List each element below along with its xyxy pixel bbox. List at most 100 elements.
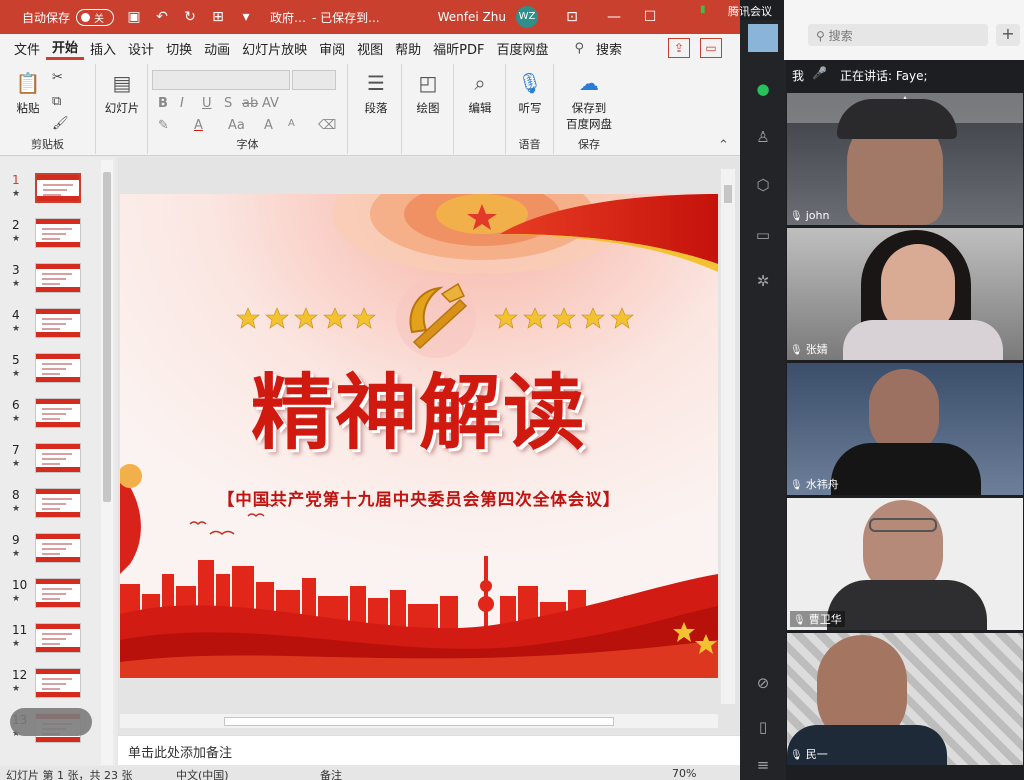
format-painter-icon[interactable]: 🖌 xyxy=(52,116,69,131)
slide-subtitle[interactable]: 【中国共产党第十九届中央委员会第四次全体会议】 xyxy=(120,486,718,510)
paste-button[interactable]: 📋 粘贴 xyxy=(10,70,46,116)
font-color-button[interactable]: A xyxy=(194,118,203,133)
collapse-ribbon-icon[interactable]: ⌃ xyxy=(718,138,729,153)
strikethrough-button[interactable]: ab xyxy=(242,96,258,111)
video-tile-john[interactable]: ▲ 🎙john xyxy=(787,93,1023,225)
tab-baidu[interactable]: 百度网盘 xyxy=(490,39,554,58)
zoom-level[interactable]: 70% xyxy=(672,767,696,780)
save-to-baidu-button[interactable]: ☁ 保存到 百度网盘 xyxy=(558,70,620,132)
tab-review[interactable]: 审阅 xyxy=(313,39,351,58)
video-tile-minyi[interactable]: 🎙 民一 xyxy=(787,633,1023,765)
editing-button[interactable]: ⌕ 编辑 xyxy=(458,70,502,116)
animation-star-icon: ★ xyxy=(12,369,21,379)
share-icon[interactable]: ⇪ xyxy=(668,38,690,58)
save-status: - 已保存到... xyxy=(312,10,380,25)
slide-thumbnail[interactable] xyxy=(35,263,81,293)
redo-icon[interactable]: ↻ xyxy=(176,9,204,25)
scroll-thumb[interactable] xyxy=(224,717,614,726)
slide-main-title[interactable]: 精神解读 xyxy=(120,346,718,465)
tab-home[interactable]: 开始 xyxy=(46,37,85,60)
char-spacing-button[interactable]: AV xyxy=(262,96,279,111)
tab-view[interactable]: 视图 xyxy=(351,39,389,58)
editor-horizontal-scrollbar[interactable] xyxy=(120,714,718,728)
notes-pane[interactable]: 单击此处添加备注 xyxy=(118,735,740,765)
add-button[interactable]: + xyxy=(996,24,1020,46)
tab-slideshow[interactable]: 幻灯片放映 xyxy=(236,39,313,58)
tab-foxit-pdf[interactable]: 福昕PDF xyxy=(427,39,490,58)
search-label[interactable]: 搜索 xyxy=(590,39,628,58)
slide-canvas[interactable]: 精神解读 【中国共产党第十九届中央委员会第四次全体会议】 xyxy=(120,194,718,678)
undo-icon[interactable]: ↶ xyxy=(148,9,176,25)
clear-format-icon[interactable]: ⌫ xyxy=(318,118,336,133)
video-tile-shuiyizhou[interactable]: 🎙 水祎舟 xyxy=(787,363,1023,495)
save-to-label: 保存到 xyxy=(571,101,607,115)
video-tile-zhangjing[interactable]: 🎙 张婧 xyxy=(787,228,1023,360)
tab-file[interactable]: 文件 xyxy=(8,39,46,58)
scroll-thumb[interactable] xyxy=(724,185,732,203)
present-icon[interactable]: ⊞ xyxy=(204,9,232,25)
editor-vertical-scrollbar[interactable] xyxy=(721,169,735,704)
save-icon[interactable]: ▣ xyxy=(120,9,148,25)
video-tile-caoweihua[interactable]: 🎙 曹卫华 xyxy=(787,498,1023,630)
folder-icon[interactable]: ▭ xyxy=(754,226,772,244)
slide-thumbnail[interactable] xyxy=(35,398,81,428)
slide-thumbnail[interactable] xyxy=(35,533,81,563)
notes-toggle[interactable]: 备注 xyxy=(320,767,342,780)
highlight-icon[interactable]: ✎ xyxy=(158,118,169,133)
settings-icon[interactable]: ✲ xyxy=(754,272,772,290)
tab-transitions[interactable]: 切换 xyxy=(160,39,198,58)
thumbnail-scrollbar[interactable] xyxy=(101,160,113,765)
menu-icon[interactable]: ≡ xyxy=(754,756,772,774)
maximize-icon[interactable]: ☐ xyxy=(636,9,664,25)
contacts-icon[interactable]: ♙ xyxy=(754,128,772,146)
search-icon[interactable]: ⚲ xyxy=(569,41,591,56)
phone-icon[interactable]: ▯ xyxy=(754,718,772,736)
slide-thumbnail[interactable] xyxy=(35,173,81,203)
drawing-button[interactable]: ◰ 绘图 xyxy=(406,70,450,116)
comment-icon[interactable]: ▭ xyxy=(700,38,722,58)
slide-thumbnail[interactable] xyxy=(35,218,81,248)
floating-control[interactable] xyxy=(10,708,92,736)
new-slide-button[interactable]: ▤ 幻灯片 xyxy=(100,70,144,116)
tab-insert[interactable]: 插入 xyxy=(84,39,122,58)
animation-star-icon: ★ xyxy=(12,189,21,199)
slide-thumbnail[interactable] xyxy=(35,668,81,698)
slide-thumbnail[interactable] xyxy=(35,578,81,608)
grow-font-button[interactable]: A xyxy=(264,118,273,133)
paragraph-button[interactable]: ☰ 段落 xyxy=(354,70,398,116)
avatar[interactable]: WZ xyxy=(515,6,538,28)
tab-animations[interactable]: 动画 xyxy=(198,39,236,58)
font-size-select[interactable] xyxy=(292,70,336,90)
shrink-font-button[interactable]: A xyxy=(288,118,295,129)
minimize-icon[interactable]: — xyxy=(600,9,628,25)
participant-name: 🎙 john xyxy=(790,209,830,222)
scroll-thumb[interactable] xyxy=(103,172,111,502)
mic-icon[interactable]: 🎤 xyxy=(812,66,827,80)
italic-button[interactable]: I xyxy=(180,96,184,111)
chat-icon[interactable]: ● xyxy=(754,80,772,98)
dictate-button[interactable]: 🎙 听写 xyxy=(508,70,552,116)
copy-icon[interactable]: ⧉ xyxy=(52,94,61,109)
search-input[interactable]: ⚲ 搜索 xyxy=(808,24,988,46)
cut-icon[interactable]: ✂ xyxy=(52,70,63,85)
tab-design[interactable]: 设计 xyxy=(122,39,160,58)
change-case-button[interactable]: Aa xyxy=(228,118,245,133)
slide-thumbnail[interactable] xyxy=(35,488,81,518)
bold-button[interactable]: B xyxy=(158,96,168,111)
slide-thumbnail[interactable] xyxy=(35,623,81,653)
avatar[interactable] xyxy=(748,24,778,52)
slide-thumbnail[interactable] xyxy=(35,353,81,383)
slide-thumbnail[interactable] xyxy=(35,308,81,338)
thumbnail-number: 11 xyxy=(12,623,28,637)
tab-help[interactable]: 帮助 xyxy=(389,39,427,58)
customize-icon[interactable]: ▾ xyxy=(232,9,260,25)
shadow-button[interactable]: S xyxy=(224,96,232,111)
autosave-toggle[interactable]: 关 xyxy=(76,8,115,26)
slide-thumbnail[interactable] xyxy=(35,443,81,473)
ribbon-display-icon[interactable]: ⊡ xyxy=(558,9,586,25)
underline-button[interactable]: U xyxy=(202,96,212,111)
link-icon[interactable]: ⊘ xyxy=(754,674,772,692)
language[interactable]: 中文(中国) xyxy=(176,767,229,780)
font-family-select[interactable] xyxy=(152,70,290,90)
box-icon[interactable]: ⬡ xyxy=(754,176,772,194)
